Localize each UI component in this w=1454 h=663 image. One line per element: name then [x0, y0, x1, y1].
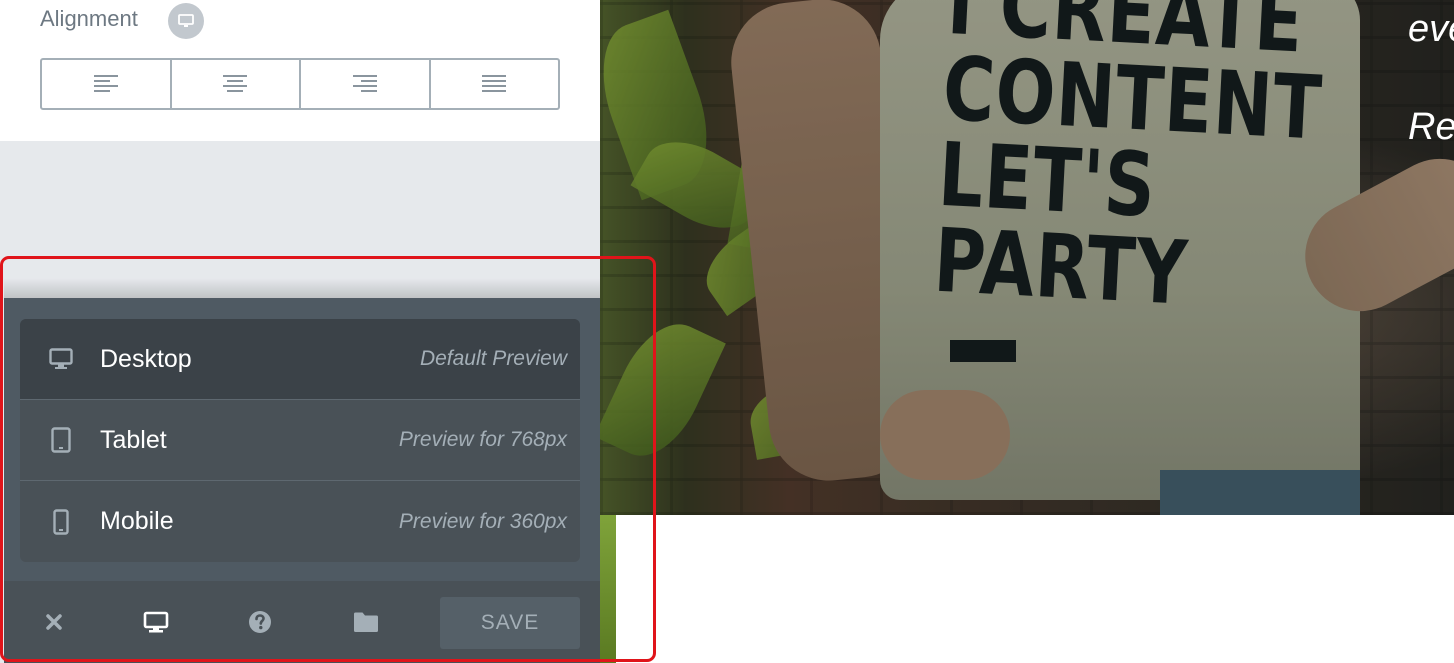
device-mode-menu: Desktop Default Preview Tablet Preview f…	[20, 319, 580, 562]
tablet-icon	[48, 427, 74, 453]
templates-button[interactable]	[316, 581, 416, 663]
responsive-mode-button[interactable]	[106, 581, 206, 663]
hero-text-fragment: Rea	[1408, 106, 1454, 148]
device-description: Preview for 768px	[398, 428, 567, 451]
editor-footer-toolbar: SAVE	[4, 581, 600, 663]
align-center-icon	[223, 75, 248, 92]
desktop-icon	[48, 346, 74, 372]
preview-hero-image: I CREATE CONTENT LET'S PARTY eve Rea	[600, 0, 1454, 515]
device-name: Tablet	[100, 425, 167, 454]
mobile-icon	[48, 508, 74, 535]
device-option-mobile[interactable]: Mobile Preview for 360px	[20, 481, 580, 562]
close-button[interactable]	[4, 581, 104, 663]
device-name: Mobile	[100, 507, 174, 535]
alignment-button-group	[40, 58, 560, 110]
align-center-button[interactable]	[172, 60, 301, 108]
device-name: Desktop	[100, 344, 192, 373]
device-description: Preview for 360px	[398, 509, 567, 533]
responsive-mode-popup: Desktop Default Preview Tablet Preview f…	[4, 298, 600, 581]
align-right-button[interactable]	[301, 60, 431, 108]
align-left-button[interactable]	[42, 60, 172, 108]
align-justify-button[interactable]	[431, 60, 559, 108]
close-icon	[46, 614, 62, 630]
device-option-tablet[interactable]: Tablet Preview for 768px	[20, 400, 580, 481]
folder-icon	[354, 612, 378, 632]
help-icon	[249, 611, 271, 633]
align-justify-icon	[482, 75, 507, 92]
image-overlay	[600, 0, 1454, 515]
align-right-icon	[352, 75, 377, 92]
desktop-icon	[143, 611, 169, 633]
help-button[interactable]	[210, 581, 310, 663]
align-left-icon	[93, 75, 118, 92]
preview-image-edge	[600, 515, 616, 663]
hero-text-fragment: eve	[1408, 8, 1454, 50]
alignment-label: Alignment	[40, 6, 138, 31]
popup-shadow	[4, 278, 600, 300]
save-button[interactable]: SAVE	[440, 597, 580, 649]
device-option-desktop[interactable]: Desktop Default Preview	[20, 319, 580, 400]
desktop-icon[interactable]	[168, 3, 204, 39]
device-description: Default Preview	[419, 347, 567, 370]
alignment-control: Alignment	[0, 0, 600, 141]
